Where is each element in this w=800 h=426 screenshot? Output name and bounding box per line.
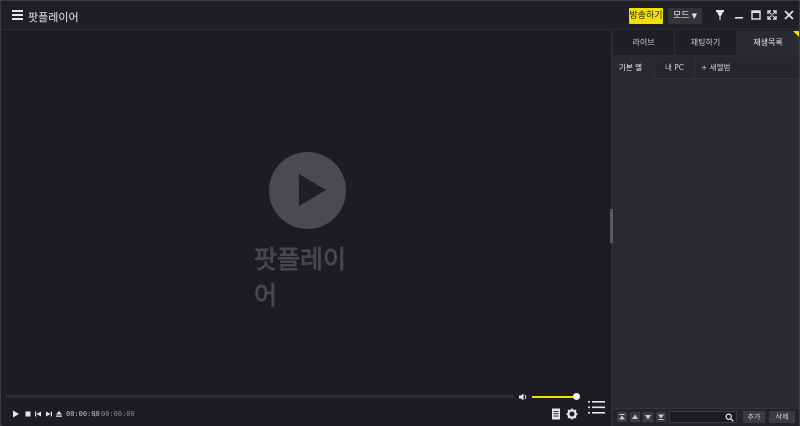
chevron-down-icon: ▼ xyxy=(691,12,697,20)
maximize-icon[interactable] xyxy=(749,8,763,22)
volume-knob[interactable] xyxy=(573,393,580,400)
video-area[interactable]: 팟플레이어 xyxy=(2,31,611,391)
album-tabs: 기본 앨범 내 PC + 새앨범 xyxy=(613,57,799,94)
side-panel: 라이브 채팅하기 재생목록 기본 앨범 내 PC + 새앨범 xyxy=(613,31,799,426)
delete-button[interactable]: 삭제 xyxy=(769,411,795,423)
seek-bar[interactable] xyxy=(6,395,514,398)
tab-live[interactable]: 라이브 xyxy=(613,31,675,55)
volume-icon[interactable] xyxy=(518,392,528,402)
play-icon[interactable] xyxy=(12,410,20,418)
tab-chat[interactable]: 채팅하기 xyxy=(675,31,737,55)
app-title: 팟플레이어 xyxy=(28,11,79,24)
add-button[interactable]: 추가 xyxy=(743,411,765,423)
active-tab-marker xyxy=(793,31,799,37)
broadcast-button[interactable]: 방송하기 xyxy=(629,8,663,24)
search-icon[interactable] xyxy=(725,413,734,422)
control-bar: 00:00:00 / 00:00:00 xyxy=(2,391,611,426)
mode-label: 모드 xyxy=(673,11,690,21)
close-icon[interactable] xyxy=(782,8,796,22)
tab-playlist-label: 재생목록 xyxy=(753,38,783,47)
time-separator: / xyxy=(95,410,98,418)
move-down-icon[interactable] xyxy=(643,412,653,422)
brand-watermark: 팟플레이어 xyxy=(254,245,347,310)
album-tab-my-pc[interactable]: 내 PC xyxy=(655,57,695,79)
move-bottom-icon[interactable] xyxy=(656,412,666,422)
move-top-icon[interactable] xyxy=(617,412,627,422)
title-bar[interactable]: 팟플레이어 방송하기 모드 ▼ xyxy=(1,1,799,30)
gear-icon[interactable] xyxy=(566,408,578,420)
next-icon[interactable] xyxy=(45,410,53,418)
fullscreen-icon[interactable] xyxy=(765,8,779,22)
menu-icon[interactable] xyxy=(12,10,23,20)
panel-tabs: 라이브 채팅하기 재생목록 xyxy=(613,31,799,55)
play-icon[interactable] xyxy=(269,152,346,229)
new-album-button[interactable]: + 새앨범 xyxy=(695,57,741,79)
move-up-icon[interactable] xyxy=(630,412,640,422)
minimize-icon[interactable] xyxy=(732,8,746,22)
volume-slider[interactable] xyxy=(532,396,576,398)
album-tab-default[interactable]: 기본 앨범 xyxy=(613,57,655,94)
playlist-info-icon[interactable] xyxy=(551,408,561,420)
tab-playlist[interactable]: 재생목록 xyxy=(737,31,799,55)
mode-dropdown[interactable]: 모드 ▼ xyxy=(668,8,702,24)
total-time: 00:00:00 xyxy=(101,410,135,418)
playlist-list[interactable] xyxy=(613,80,799,406)
playlist-icon[interactable] xyxy=(588,400,605,415)
previous-icon[interactable] xyxy=(34,410,42,418)
playlist-toolbar: 추가 삭제 xyxy=(613,408,799,426)
pin-icon[interactable] xyxy=(713,8,727,22)
potplayer-window: 팟플레이어 방송하기 모드 ▼ 팟플레이어 00:00:00 / 00:00:0… xyxy=(0,0,800,426)
eject-icon[interactable] xyxy=(55,410,63,418)
stop-icon[interactable] xyxy=(24,410,32,418)
